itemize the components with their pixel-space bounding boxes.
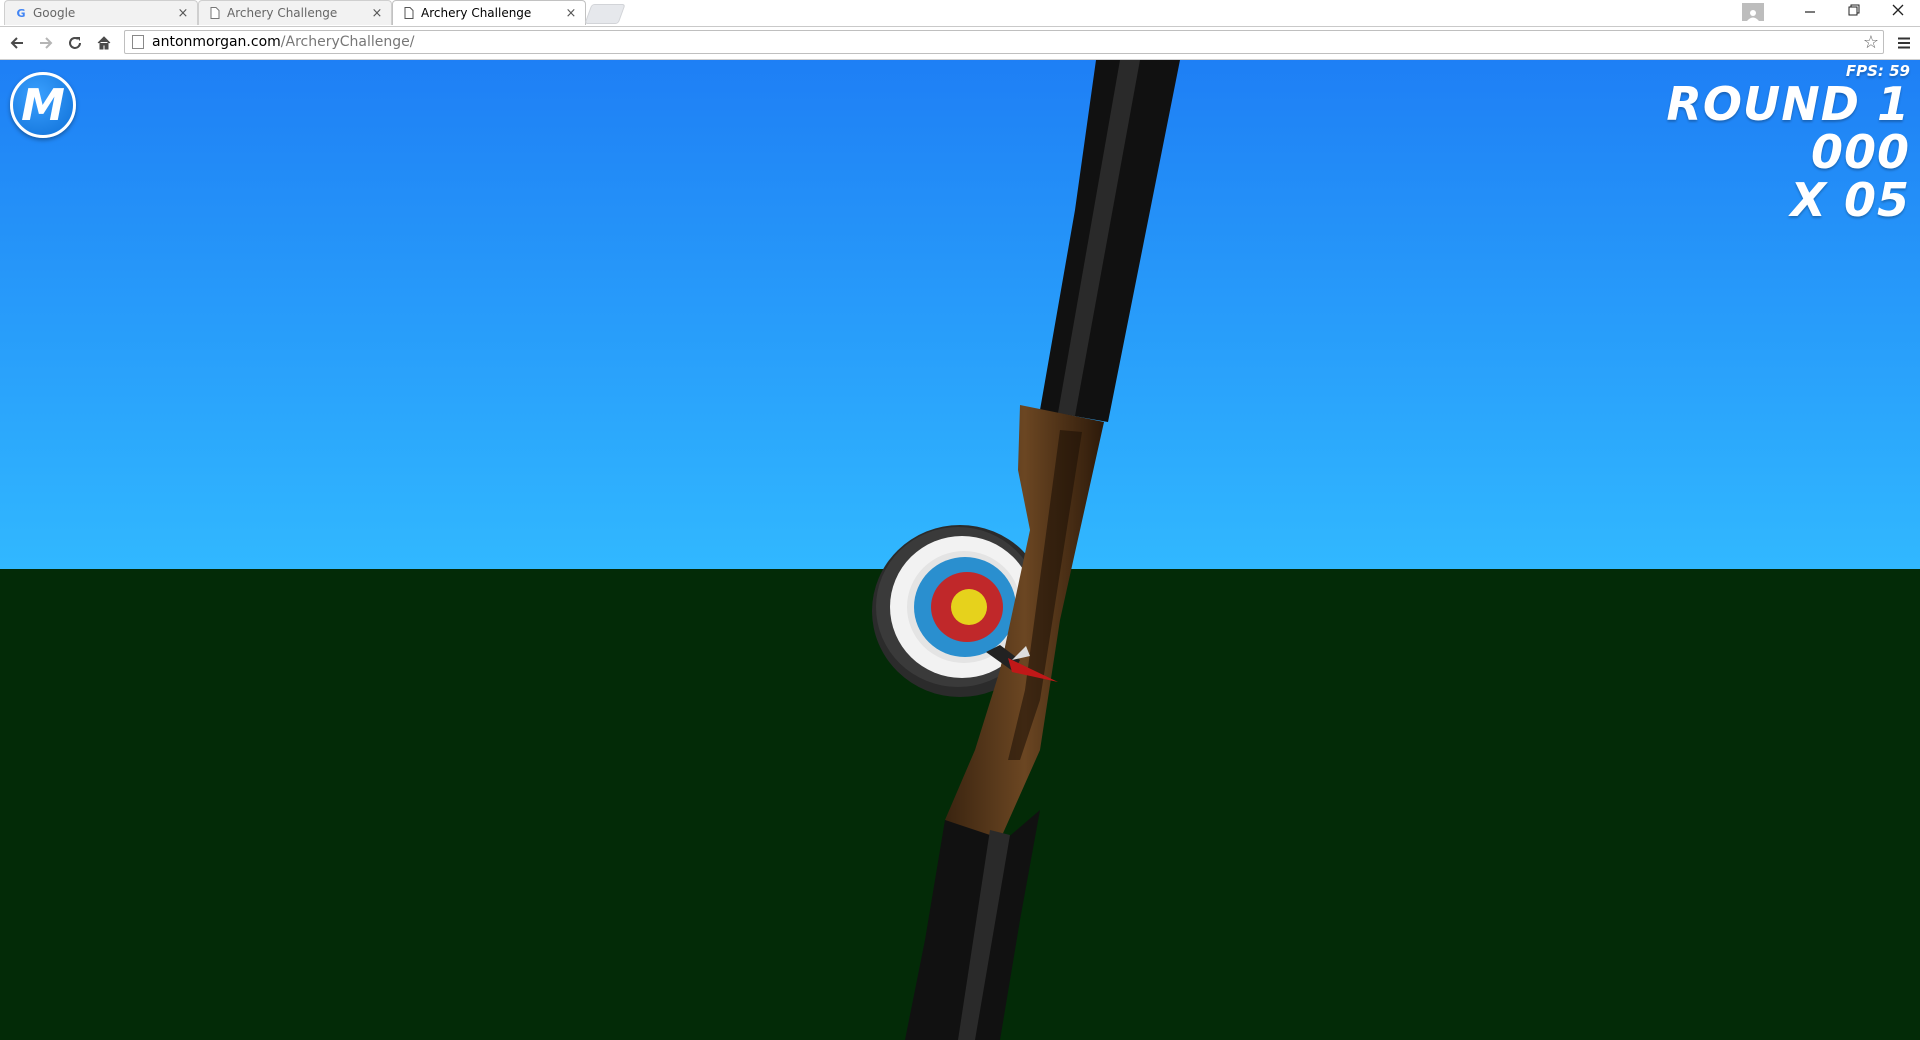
google-g-icon: G bbox=[16, 6, 26, 20]
new-tab-button[interactable] bbox=[584, 4, 626, 24]
sky bbox=[0, 60, 1920, 570]
menu-m-button[interactable]: M bbox=[10, 72, 76, 138]
tab-close-icon[interactable]: × bbox=[563, 6, 579, 21]
minimize-icon[interactable] bbox=[1788, 4, 1832, 20]
hud: FPS: 59 ROUND 1 000 X 05 bbox=[1666, 62, 1910, 224]
url-path: /ArcheryChallenge/ bbox=[280, 34, 415, 50]
restore-icon[interactable] bbox=[1832, 4, 1876, 20]
page-info-icon[interactable] bbox=[132, 35, 144, 49]
tab-title: Archery Challenge bbox=[227, 6, 338, 20]
close-window-icon[interactable] bbox=[1876, 4, 1920, 20]
game-canvas[interactable]: M FPS: 59 ROUND 1 000 X 05 bbox=[0, 60, 1920, 1040]
target-gold-center bbox=[951, 589, 987, 625]
arrows-remaining: X 05 bbox=[1790, 173, 1910, 227]
url-domain: antonmorgan.com bbox=[152, 34, 281, 50]
tab-close-icon[interactable]: × bbox=[175, 6, 191, 21]
round-label: ROUND 1 bbox=[1666, 77, 1910, 131]
home-icon[interactable] bbox=[92, 31, 116, 55]
tab-title: Google bbox=[33, 6, 76, 20]
tab-archery-1[interactable]: Archery Challenge × bbox=[198, 0, 392, 25]
forward-arrow-icon[interactable] bbox=[34, 31, 58, 55]
browser-toolbar: antonmorgan.com/ArcheryChallenge/ ☆ bbox=[0, 27, 1920, 60]
tab-archery-active[interactable]: Archery Challenge × bbox=[392, 0, 586, 25]
page-icon bbox=[403, 6, 415, 20]
reload-icon[interactable] bbox=[63, 31, 87, 55]
tab-strip: G Google × Archery Challenge × Archery C… bbox=[0, 0, 1920, 27]
tab-title: Archery Challenge bbox=[421, 6, 532, 20]
address-bar[interactable]: antonmorgan.com/ArcheryChallenge/ ☆ bbox=[124, 30, 1884, 54]
bookmark-star-icon[interactable]: ☆ bbox=[1863, 32, 1879, 53]
profile-icon[interactable] bbox=[1742, 3, 1764, 21]
score-value: 000 bbox=[1810, 125, 1910, 179]
back-arrow-icon[interactable] bbox=[5, 31, 29, 55]
tab-close-icon[interactable]: × bbox=[369, 6, 385, 21]
page-icon bbox=[209, 6, 221, 20]
url-text: antonmorgan.com/ArcheryChallenge/ bbox=[152, 34, 414, 50]
game-scene bbox=[0, 60, 1920, 1040]
window-controls bbox=[1742, 0, 1920, 24]
menu-icon[interactable] bbox=[1892, 31, 1916, 55]
tab-google[interactable]: G Google × bbox=[4, 0, 198, 25]
